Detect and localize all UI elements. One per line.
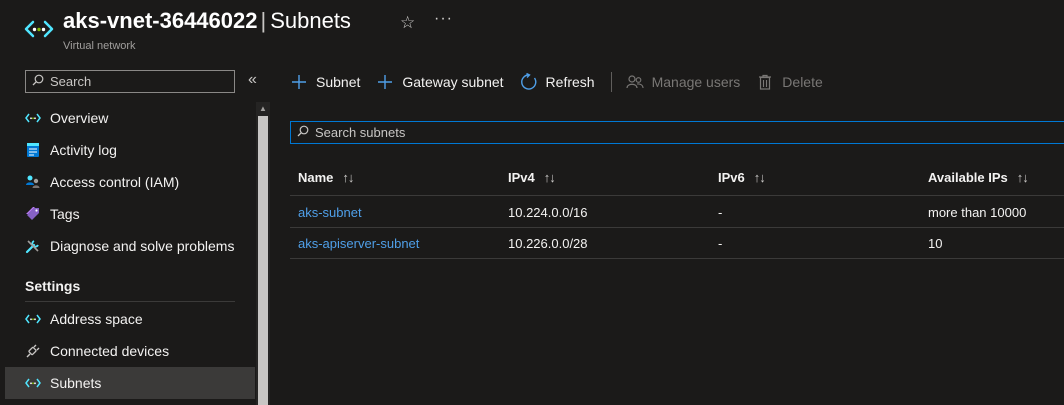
- ipv6-value: -: [718, 204, 723, 220]
- title-separator: |: [260, 8, 267, 33]
- menu-item-address-space[interactable]: Address space: [5, 303, 255, 335]
- trash-icon: [756, 73, 774, 91]
- favorite-star-icon[interactable]: ☆: [400, 13, 415, 33]
- toolbar-separator: [610, 72, 612, 92]
- menu-item-label: Overview: [50, 110, 109, 126]
- sort-icon[interactable]: ↑↓: [1017, 170, 1029, 185]
- menu-scrollbar[interactable]: ▲: [256, 102, 270, 405]
- menu-search-placeholder: Search: [50, 74, 92, 89]
- column-header-label: IPv4: [508, 170, 535, 185]
- column-header-label: Name: [298, 170, 334, 185]
- refresh-label: Refresh: [545, 74, 595, 90]
- scroll-up-arrow-icon[interactable]: ▲: [258, 104, 268, 114]
- add-subnet-label: Subnet: [316, 74, 361, 90]
- menu-item-access-control[interactable]: Access control (IAM): [5, 166, 255, 198]
- delete-label: Delete: [782, 74, 823, 90]
- vnet-icon: [24, 109, 42, 127]
- collapse-menu-button[interactable]: «: [248, 71, 257, 89]
- manage-users-label: Manage users: [651, 74, 741, 90]
- menu-item-diagnose[interactable]: Diagnose and solve problems: [5, 230, 255, 262]
- subnet-name-link[interactable]: aks-subnet: [298, 205, 362, 220]
- vnet-icon: [24, 374, 42, 392]
- available-ips-value: 10: [928, 235, 943, 251]
- wrench-icon: [24, 237, 42, 255]
- search-icon: [297, 125, 309, 140]
- virtual-network-icon: [24, 17, 54, 41]
- ipv4-value: 10.224.0.0/16: [508, 204, 588, 220]
- tag-icon: [24, 205, 42, 223]
- subnet-search-input[interactable]: Search subnets: [290, 121, 1064, 144]
- subnet-name-link[interactable]: aks-apiserver-subnet: [298, 236, 419, 251]
- blade-title: Subnets: [270, 8, 351, 33]
- ipv6-value: -: [718, 235, 723, 251]
- vnet-icon: [24, 310, 42, 328]
- table-header: Name ↑↓ IPv4 ↑↓ IPv6 ↑↓ Available IPs ↑↓: [290, 160, 1064, 196]
- plus-icon: [376, 73, 394, 91]
- plus-icon: [290, 73, 308, 91]
- resource-name: aks-vnet-36446022: [63, 8, 258, 33]
- more-options-button[interactable]: ···: [434, 10, 453, 28]
- plug-icon: [24, 342, 42, 360]
- delete-button[interactable]: Delete: [756, 73, 823, 91]
- column-header-ipv4[interactable]: IPv4 ↑↓: [508, 160, 556, 195]
- scrollbar-thumb[interactable]: [258, 116, 268, 405]
- section-divider: [25, 301, 235, 302]
- menu-item-label: Activity log: [50, 142, 117, 158]
- settings-section-header: Settings: [25, 278, 81, 294]
- search-icon: [32, 74, 44, 89]
- subnet-search-placeholder: Search subnets: [315, 125, 406, 140]
- resource-type: Virtual network: [63, 40, 136, 52]
- command-bar: Subnet Gateway subnet Refresh Manage use…: [290, 70, 839, 94]
- ipv4-value: 10.226.0.0/28: [508, 235, 588, 251]
- activity-log-icon: [24, 141, 42, 159]
- sort-icon[interactable]: ↑↓: [544, 170, 556, 185]
- manage-users-button[interactable]: Manage users: [625, 73, 741, 91]
- add-subnet-button[interactable]: Subnet: [290, 73, 360, 91]
- column-header-label: Available IPs: [928, 170, 1008, 185]
- menu-item-subnets[interactable]: Subnets: [5, 367, 255, 399]
- add-gateway-subnet-button[interactable]: Gateway subnet: [376, 73, 504, 91]
- menu-item-overview[interactable]: Overview: [5, 102, 255, 134]
- page-header: aks-vnet-36446022 | Subnets Virtual networ…: [0, 0, 1064, 62]
- menu-item-label: Tags: [50, 206, 80, 222]
- page-title: aks-vnet-36446022 | Subnets: [63, 8, 351, 34]
- menu-item-label: Diagnose and solve problems: [50, 238, 235, 254]
- iam-icon: [24, 173, 42, 191]
- menu-item-label: Subnets: [50, 375, 102, 391]
- column-header-label: IPv6: [718, 170, 745, 185]
- sort-icon[interactable]: ↑↓: [342, 170, 354, 185]
- refresh-icon: [520, 73, 538, 91]
- menu-item-connected-devices[interactable]: Connected devices: [5, 335, 255, 367]
- menu-item-label: Connected devices: [50, 343, 170, 359]
- menu-item-activity-log[interactable]: Activity log: [5, 134, 255, 166]
- menu-item-label: Access control (IAM): [50, 174, 180, 190]
- refresh-button[interactable]: Refresh: [520, 73, 595, 91]
- manage-users-icon: [625, 73, 644, 91]
- sort-icon[interactable]: ↑↓: [754, 170, 766, 185]
- column-header-available-ips[interactable]: Available IPs ↑↓: [928, 160, 1029, 195]
- add-gateway-subnet-label: Gateway subnet: [402, 74, 504, 90]
- menu-search-input[interactable]: Search: [25, 70, 235, 93]
- column-header-name[interactable]: Name ↑↓: [298, 160, 354, 195]
- resource-menu: Search « Overview Activity log Access co…: [0, 62, 270, 405]
- table-row[interactable]: aks-apiserver-subnet 10.226.0.0/28 - 10: [290, 228, 1064, 259]
- menu-item-label: Address space: [50, 311, 143, 327]
- table-row[interactable]: aks-subnet 10.224.0.0/16 - more than 100…: [290, 197, 1064, 228]
- available-ips-value: more than 10000: [928, 204, 1027, 220]
- column-header-ipv6[interactable]: IPv6 ↑↓: [718, 160, 766, 195]
- menu-item-tags[interactable]: Tags: [5, 198, 255, 230]
